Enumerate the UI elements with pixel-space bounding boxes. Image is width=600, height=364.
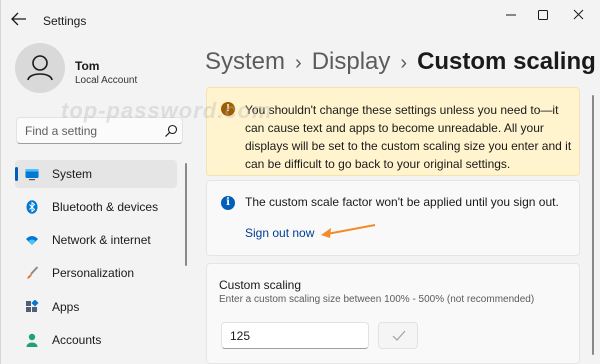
sidebar-item-apps[interactable]: Apps <box>15 293 177 321</box>
minimize-button[interactable] <box>499 6 523 24</box>
sidebar-item-label: Apps <box>52 300 80 314</box>
sidebar-item-label: Network & internet <box>52 233 151 247</box>
sidebar-scrollbar[interactable] <box>185 163 187 266</box>
breadcrumb-system[interactable]: System <box>205 48 285 75</box>
custom-scaling-description: Enter a custom scaling size between 100%… <box>219 294 535 305</box>
page-title: Custom scaling <box>417 48 596 75</box>
sidebar-item-label: Accounts <box>52 333 102 347</box>
sign-out-link[interactable]: Sign out now <box>245 226 314 240</box>
title-bar: Settings <box>1 0 600 40</box>
breadcrumb-separator: › <box>295 52 302 74</box>
info-banner: i The custom scale factor won't be appli… <box>206 180 580 256</box>
sidebar-item-label: Personalization <box>52 266 135 280</box>
sidebar-item-bluetooth[interactable]: Bluetooth & devices <box>15 193 177 221</box>
breadcrumb-display[interactable]: Display <box>312 48 391 75</box>
person-icon <box>26 333 38 347</box>
breadcrumb-separator: › <box>400 52 408 74</box>
search-icon[interactable] <box>164 124 178 138</box>
maximize-button[interactable] <box>531 6 555 24</box>
scaling-size-input[interactable] <box>221 322 369 349</box>
sidebar-item-system[interactable]: System <box>15 160 177 188</box>
apps-icon <box>26 300 39 312</box>
warning-banner: ! You shouldn't change these settings un… <box>206 87 580 176</box>
wifi-icon <box>26 236 38 245</box>
avatar[interactable] <box>15 43 65 93</box>
user-name: Tom <box>75 59 100 73</box>
sidebar-item-network[interactable]: Network & internet <box>15 226 177 254</box>
sidebar-item-label: Bluetooth & devices <box>52 200 159 214</box>
account-type: Local Account <box>75 75 138 86</box>
warning-icon: ! <box>221 102 235 116</box>
brush-icon <box>27 266 39 279</box>
custom-scaling-card: Custom scaling Enter a custom scaling si… <box>206 263 580 364</box>
maximize-icon <box>538 10 548 20</box>
close-button[interactable] <box>567 6 591 24</box>
custom-scaling-title: Custom scaling <box>219 278 302 292</box>
back-button[interactable] <box>11 12 29 28</box>
breadcrumb: System › Display › Custom scaling <box>205 48 596 82</box>
search-box[interactable] <box>16 117 183 144</box>
selection-indicator <box>15 167 18 181</box>
user-avatar-icon <box>27 55 53 81</box>
main-scrollbar[interactable] <box>592 95 594 355</box>
arrow-annotation-icon <box>321 224 376 238</box>
window-title: Settings <box>43 14 87 28</box>
warning-text: You shouldn't change these settings unle… <box>245 103 572 171</box>
apply-button[interactable] <box>378 322 418 349</box>
sidebar-item-accounts[interactable]: Accounts <box>15 326 177 354</box>
minimize-icon <box>506 14 516 16</box>
monitor-icon <box>25 169 39 181</box>
settings-window: Settings Tom Local Account Find a settin… <box>0 0 600 364</box>
sidebar-item-label: System <box>52 167 93 181</box>
close-icon <box>573 9 584 20</box>
bluetooth-icon <box>26 200 38 214</box>
checkmark-icon <box>392 330 406 341</box>
info-icon: i <box>221 196 235 210</box>
info-text: The custom scale factor won't be applied… <box>245 195 559 209</box>
sidebar-item-personalization[interactable]: Personalization <box>15 259 177 287</box>
search-input[interactable] <box>25 124 155 138</box>
back-arrow-icon <box>11 12 26 26</box>
